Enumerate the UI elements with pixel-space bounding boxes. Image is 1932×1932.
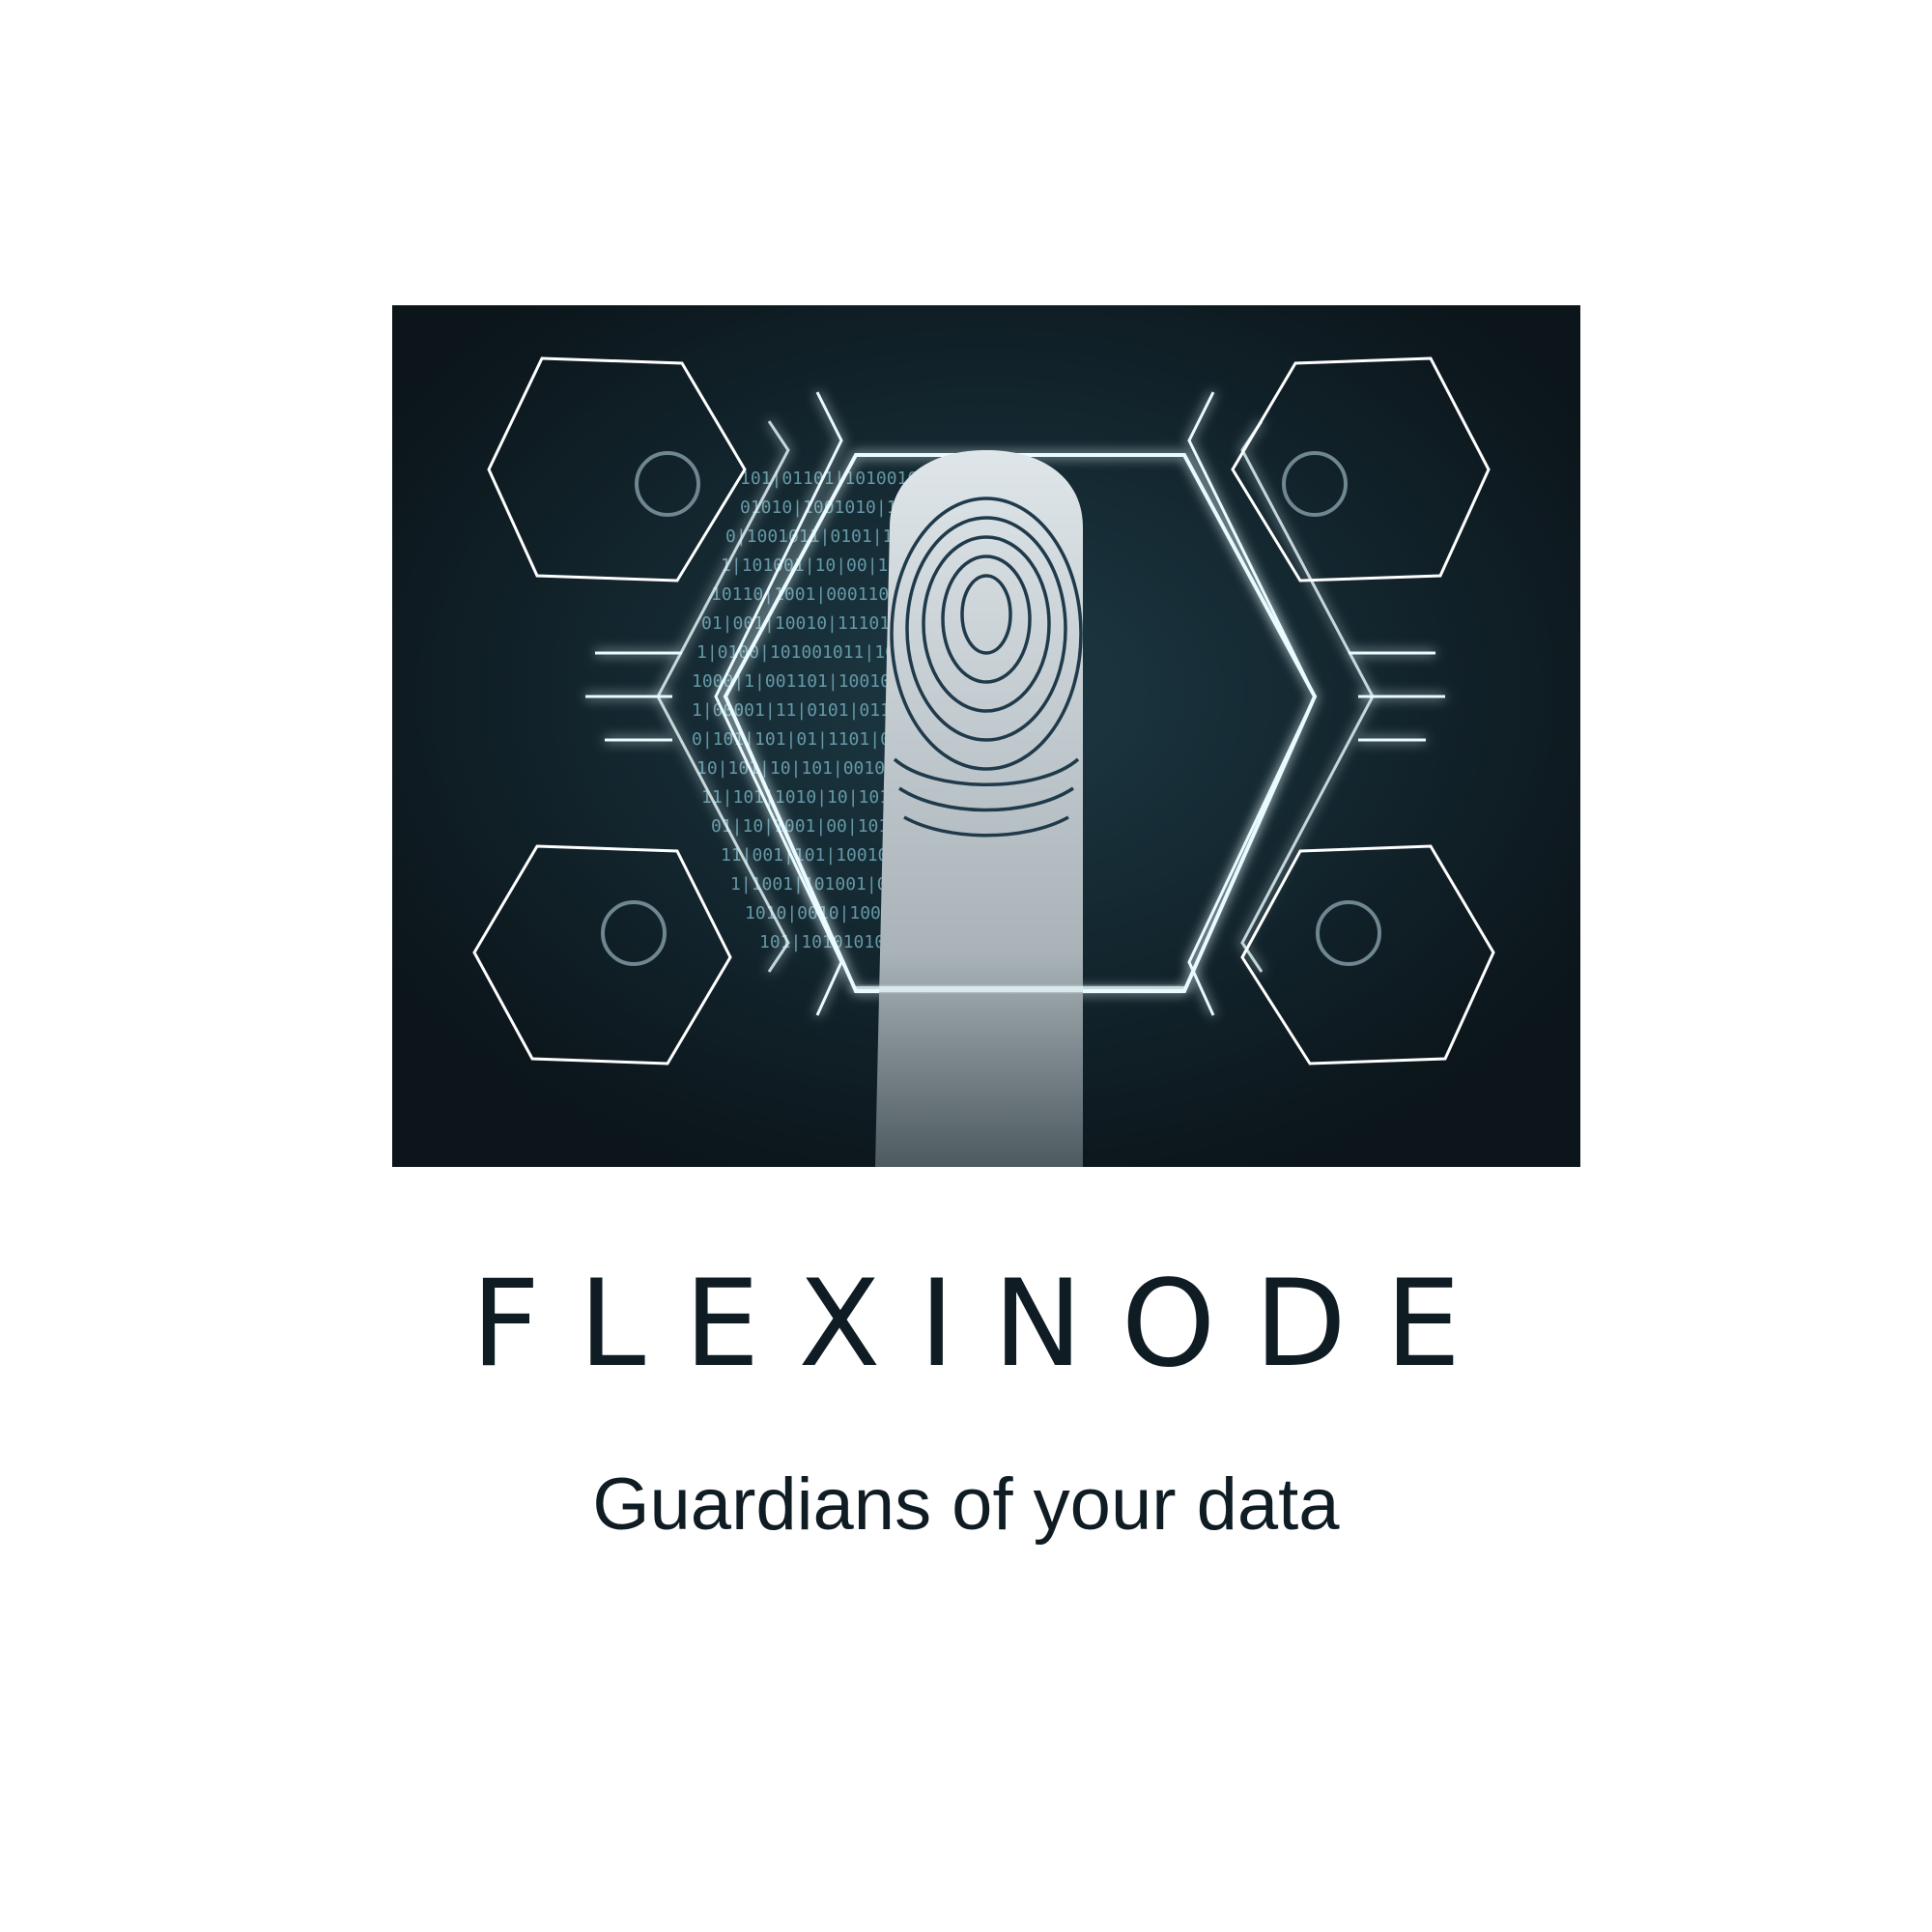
logo-page: 101|01101|1010010|10111 01010|1001010|10…	[0, 0, 1932, 1932]
svg-text:10110|1001|0001101: 10110|1001|0001101	[711, 584, 899, 605]
brand-name: FLEXINODE	[470, 1255, 1500, 1394]
brand-tagline: Guardians of your data	[592, 1463, 1340, 1546]
fingerprint-scan-image: 101|01101|1010010|10111 01010|1001010|10…	[392, 305, 1580, 1167]
hero-illustration: 101|01101|1010010|10111 01010|1001010|10…	[392, 305, 1580, 1167]
